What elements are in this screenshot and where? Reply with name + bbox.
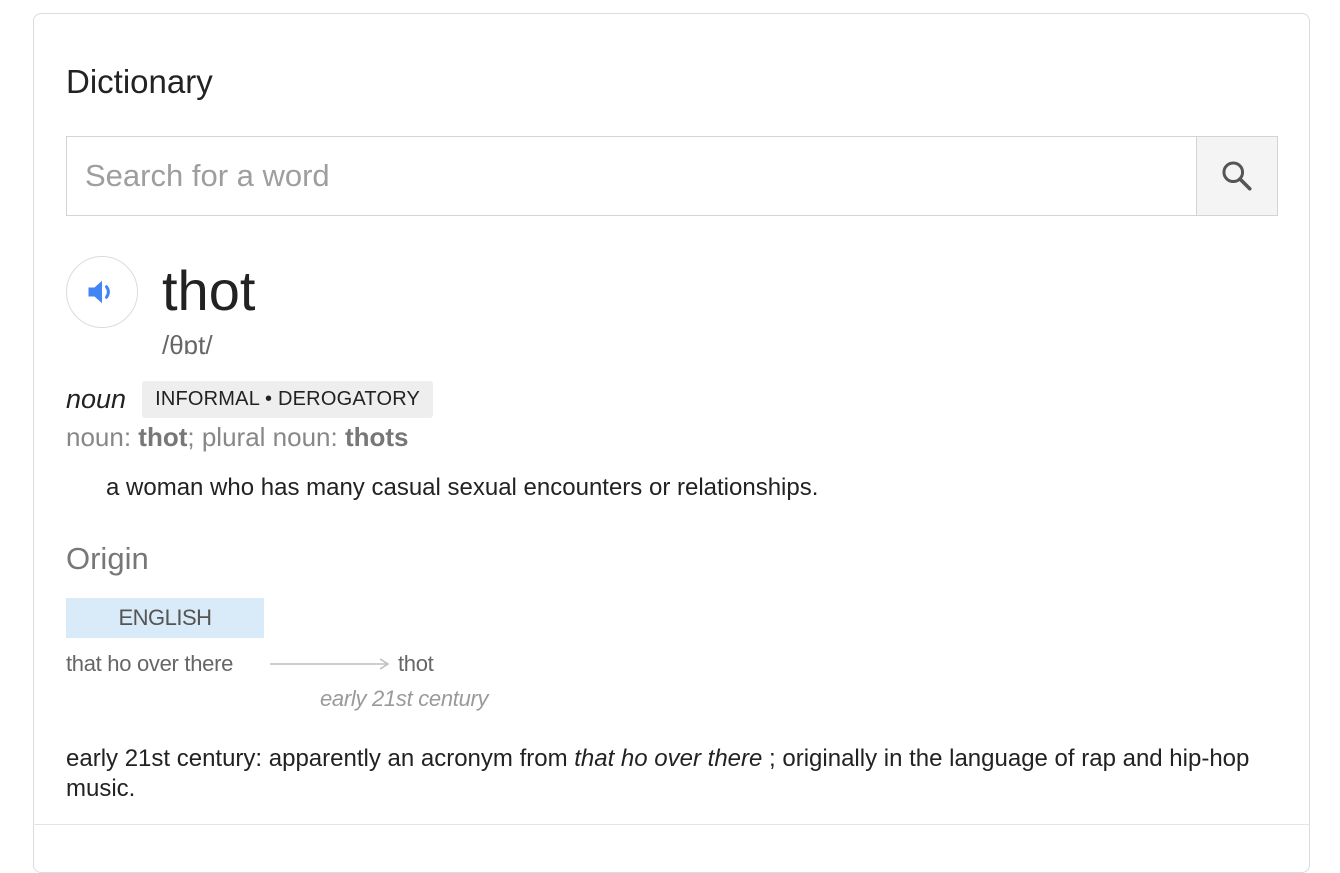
plural-form-value: thots [344, 422, 409, 452]
pronunciation-button[interactable] [66, 256, 138, 328]
origin-heading: Origin [66, 541, 149, 576]
card-divider [33, 824, 1310, 825]
arrow-right-icon [270, 658, 390, 670]
part-of-speech: noun [66, 384, 127, 414]
phonetic-transcription: /θɒt/ [162, 330, 213, 360]
noun-form-value: thot [138, 422, 188, 452]
definition-text: a woman who has many casual sexual encou… [106, 474, 819, 501]
plural-form-label: plural noun: [201, 422, 345, 452]
speaker-icon [88, 280, 110, 304]
card-title: Dictionary [66, 63, 213, 100]
origin-description: early 21st century: apparently an acrony… [66, 744, 1266, 804]
origin-language-band: ENGLISH [66, 598, 264, 638]
etymology-source: that ho over there [66, 651, 234, 676]
word-forms: noun: thot; plural noun: thots [66, 421, 409, 453]
headword: thot [162, 259, 256, 322]
forms-separator: ; [187, 422, 202, 452]
register-tag: INFORMAL • DEROGATORY [142, 381, 434, 418]
noun-form-label: noun: [66, 422, 139, 452]
etymology-target: thot [398, 651, 434, 676]
part-of-speech-row: noun INFORMAL • DEROGATORY [66, 381, 434, 418]
search-box [66, 136, 1278, 216]
etymology-date: early 21st century [320, 686, 489, 711]
origin-text-prefix: early 21st century: apparently an acrony… [66, 745, 575, 772]
search-icon [1222, 161, 1252, 191]
origin-text-italic: that ho over there [574, 745, 763, 772]
search-input[interactable] [67, 137, 1196, 215]
search-button[interactable] [1196, 137, 1277, 215]
